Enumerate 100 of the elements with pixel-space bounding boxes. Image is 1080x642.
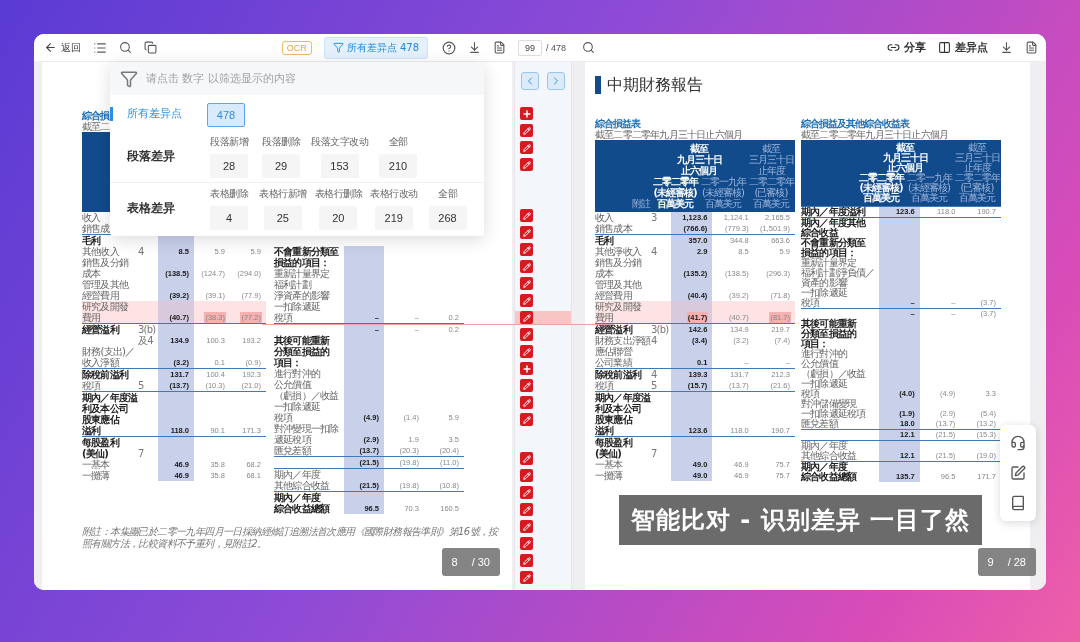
- note-ref: 7: [138, 448, 144, 459]
- diff-marker[interactable]: [520, 141, 533, 154]
- support-button[interactable]: [1010, 435, 1026, 451]
- diff-marker[interactable]: [520, 124, 533, 137]
- row-label: 匯兌差額: [801, 419, 838, 429]
- note-ref: 7: [651, 448, 657, 459]
- diff-marker[interactable]: [520, 158, 533, 171]
- pencil-icon: [522, 488, 531, 497]
- table-subtitle: 截至二零二零年九月三十日止六個月: [801, 129, 949, 140]
- row-label: 毛利: [595, 235, 614, 246]
- search-button[interactable]: [119, 41, 132, 54]
- row-label: 一攤薄: [82, 470, 110, 481]
- download-button[interactable]: [1000, 41, 1013, 54]
- diff-marker[interactable]: [520, 243, 533, 256]
- diff-marker[interactable]: [520, 260, 533, 273]
- diff-marker[interactable]: [520, 469, 533, 482]
- diff-marker[interactable]: [520, 277, 533, 290]
- diff-marker[interactable]: [520, 452, 533, 465]
- row-label: 不會重新分類至 損益的項目：: [801, 238, 866, 258]
- page-count: / 28: [1007, 556, 1026, 568]
- funnel-icon: [332, 42, 344, 53]
- next-button[interactable]: [547, 72, 565, 90]
- row-label: 一基本: [82, 459, 110, 470]
- diff-marker[interactable]: [520, 345, 533, 358]
- row-label: 每股盈利 (美仙): [82, 437, 119, 459]
- diff-marker[interactable]: [520, 379, 533, 392]
- row-label: 對沖變現一扣除 遞延稅項: [274, 423, 339, 445]
- note-ref: 5: [138, 380, 144, 391]
- count-button[interactable]: 20: [319, 206, 358, 230]
- row-label: 其他淨收入: [595, 246, 641, 257]
- filter-label: 表格行删除: [314, 187, 362, 201]
- pencil-icon: [522, 262, 531, 271]
- back-icon: [44, 41, 57, 54]
- pencil-icon: [522, 381, 531, 390]
- diff-marker[interactable]: [520, 107, 533, 120]
- row-label: 銷售成: [82, 223, 110, 234]
- row-label: 期內／年度 綜合收益總額: [274, 492, 330, 514]
- copy-icon: [144, 41, 157, 54]
- page-count: / 30: [471, 556, 490, 568]
- row-label: 進行對沖的 公允價值 （虧損）／收益 一扣除遞延 稅項: [274, 368, 339, 423]
- table-subtitle: 截至二零二零年九月三十日止六個月: [595, 129, 743, 140]
- row-label: 稅項: [595, 380, 614, 391]
- row-label: 財務支出淨額: [595, 335, 651, 346]
- row-label: 重新計量界定 福利計劃淨負債／ 資產的影響 一扣除遞延 稅項: [801, 258, 875, 308]
- filter-label: 表格行新增: [259, 187, 307, 201]
- count-button[interactable]: 25: [263, 206, 302, 230]
- filter-label: 表格删除: [210, 187, 248, 201]
- row-label: 稅項: [82, 380, 101, 391]
- download-icon: [1000, 41, 1013, 54]
- count-button[interactable]: 219: [374, 206, 413, 230]
- book-icon: [1010, 495, 1026, 511]
- caption-banner: 智能比对 - 识别差异 一目了然: [619, 495, 983, 545]
- diff-marker[interactable]: [520, 537, 533, 550]
- book-button[interactable]: [1010, 495, 1026, 511]
- diff-points-button[interactable]: 差异点: [938, 40, 988, 55]
- count-button[interactable]: 210: [379, 154, 417, 178]
- pencil-icon: [522, 228, 531, 237]
- pencil-icon: [522, 279, 531, 288]
- diff-marker[interactable]: [520, 554, 533, 567]
- diff-marker[interactable]: [520, 226, 533, 239]
- count-button[interactable]: 153: [320, 154, 359, 178]
- diff-marker[interactable]: [520, 520, 533, 533]
- page-number: 9: [987, 556, 994, 568]
- previous-button[interactable]: [521, 72, 539, 90]
- document-button[interactable]: [493, 41, 506, 54]
- back-button[interactable]: 返回: [44, 40, 81, 55]
- copy-button[interactable]: [144, 41, 157, 54]
- row-label: 管理及其他 經營費用: [595, 279, 641, 301]
- pencil-icon: [522, 211, 531, 220]
- count-button[interactable]: 29: [262, 154, 300, 178]
- count-button[interactable]: 28: [210, 154, 248, 178]
- help-button[interactable]: [442, 40, 456, 55]
- document-button[interactable]: [1025, 41, 1038, 54]
- diff-marker[interactable]: [520, 209, 533, 222]
- diff-marker[interactable]: [520, 571, 533, 584]
- search-button[interactable]: [582, 41, 595, 54]
- diff-marker[interactable]: [520, 362, 533, 375]
- column-header: 二零二零年 (未經審核) 百萬美元: [651, 176, 698, 209]
- share-button[interactable]: 分享: [887, 40, 926, 55]
- edit-button[interactable]: [1010, 465, 1026, 481]
- diff-marker[interactable]: [520, 413, 533, 426]
- download-button[interactable]: [468, 41, 481, 54]
- diff-marker[interactable]: [520, 486, 533, 499]
- row-label: 其後可能重新 分類至損益的 項目：: [801, 319, 857, 349]
- diff-marker[interactable]: [520, 311, 533, 324]
- page-number: 8: [451, 556, 458, 568]
- diff-marker[interactable]: [520, 396, 533, 409]
- page-field[interactable]: 99: [518, 39, 542, 56]
- column-header: 截至 三月三十日 止年度 二零二零年 (已審核) 百萬美元: [747, 143, 795, 209]
- diff-marker[interactable]: [520, 503, 533, 516]
- pencil-icon: [522, 143, 531, 152]
- plus-icon: [521, 108, 532, 119]
- count-button[interactable]: 268: [428, 206, 467, 230]
- diff-marker[interactable]: [520, 294, 533, 307]
- pencil-icon: [522, 126, 531, 135]
- list-button[interactable]: [93, 40, 107, 55]
- diff-marker[interactable]: [520, 328, 533, 341]
- row-label: 期內／年度 其他綜合收益: [801, 441, 857, 461]
- page-title: 中期財務報告: [595, 76, 703, 94]
- count-button[interactable]: 4: [210, 206, 248, 230]
